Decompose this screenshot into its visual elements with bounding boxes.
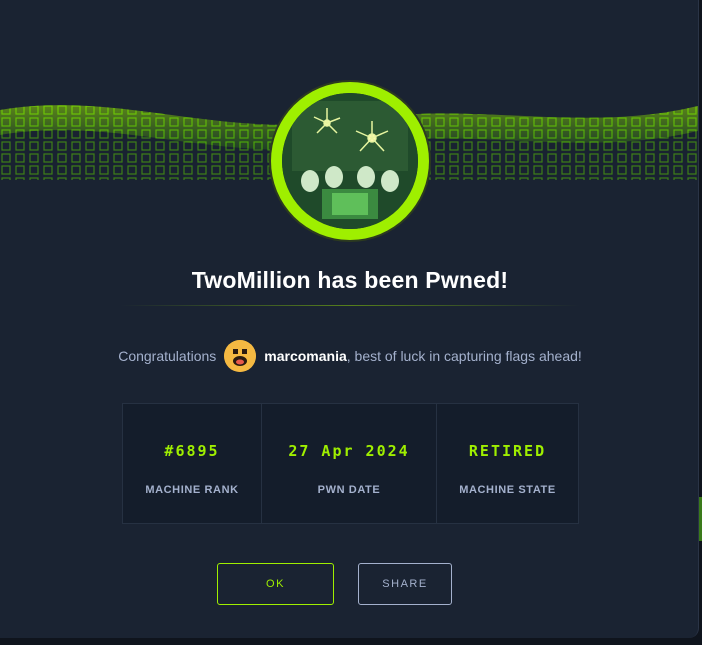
stat-value: #6895 <box>164 442 220 460</box>
stat-value: RETIRED <box>468 442 547 460</box>
stat-label: PWN DATE <box>317 484 381 496</box>
stat-machine-rank: #6895 MACHINE RANK <box>123 404 262 523</box>
ok-button[interactable]: OK <box>217 563 334 605</box>
stat-machine-state: RETIRED MACHINE STATE <box>437 404 578 523</box>
share-button[interactable]: SHARE <box>358 563 452 605</box>
machine-avatar-image <box>282 93 418 229</box>
stat-pwn-date: 27 Apr 2024 PWN DATE <box>262 404 437 523</box>
username-link[interactable]: marcomania <box>264 348 346 364</box>
stat-label: MACHINE STATE <box>459 484 556 496</box>
machine-avatar <box>271 82 429 240</box>
dialog-title: TwoMillion has been Pwned! <box>191 267 509 293</box>
fireworks-celebration-icon <box>282 93 418 229</box>
congrats-suffix: , best of luck in capturing flags ahead! <box>346 348 582 364</box>
pwned-dialog: TwoMillion has been Pwned! Congratulatio… <box>0 0 699 638</box>
congrats-message: Congratulations marcomania , best of luc… <box>0 340 698 372</box>
user-avatar <box>224 340 257 372</box>
user-avatar-face-icon <box>224 340 257 372</box>
pwn-stats-panel: #6895 MACHINE RANK 27 Apr 2024 PWN DATE … <box>122 403 579 524</box>
stat-value: 27 Apr 2024 <box>288 442 410 460</box>
title-divider <box>120 305 580 306</box>
congrats-prefix: Congratulations <box>118 348 217 364</box>
stat-label: MACHINE RANK <box>145 484 239 496</box>
